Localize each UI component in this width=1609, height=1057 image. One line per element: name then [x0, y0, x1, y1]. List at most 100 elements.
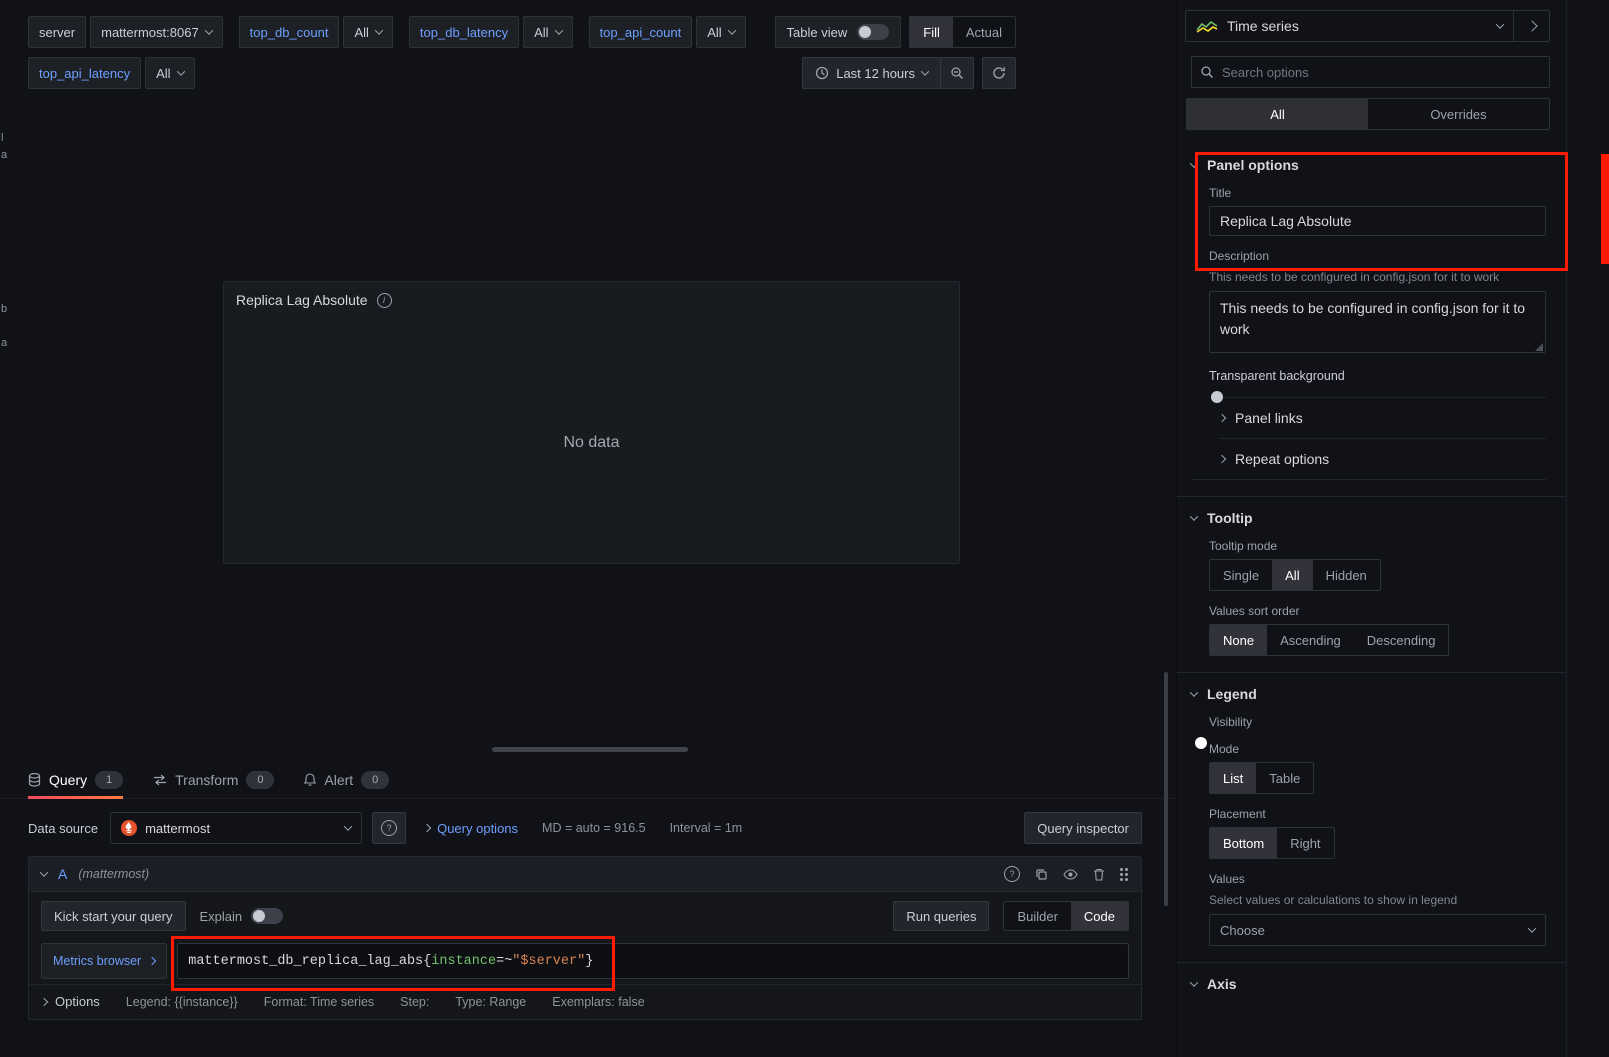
chevron-right-icon — [40, 997, 48, 1005]
fill-option[interactable]: Fill — [910, 17, 953, 47]
chevron-down-icon — [727, 26, 735, 34]
axis-heading[interactable]: Axis — [1191, 976, 1546, 992]
section-tooltip: Tooltip Tooltip mode Single All Hidden V… — [1177, 496, 1566, 672]
builder-option[interactable]: Builder — [1004, 902, 1070, 930]
legend-mode-table[interactable]: Table — [1256, 763, 1313, 793]
refresh-button[interactable] — [982, 57, 1016, 89]
visualization-select[interactable]: Time series — [1185, 10, 1514, 42]
chevron-down-icon[interactable] — [40, 868, 48, 876]
tooltip-mode-hidden[interactable]: Hidden — [1313, 560, 1380, 590]
chevron-down-icon — [1190, 689, 1198, 697]
sort-descending[interactable]: Descending — [1354, 625, 1449, 655]
panel-info-icon[interactable] — [377, 293, 392, 308]
tooltip-mode-field: Tooltip mode Single All Hidden — [1209, 539, 1546, 591]
panel-links-expander[interactable]: Panel links — [1219, 397, 1546, 438]
table-view-toggle[interactable] — [857, 24, 889, 40]
panel-preview: Replica Lag Absolute No data — [223, 281, 960, 564]
collapse-options-pane-button[interactable] — [1514, 10, 1550, 42]
placement-bottom[interactable]: Bottom — [1210, 828, 1277, 858]
delete-query-trash-icon[interactable] — [1093, 868, 1105, 881]
query-help-icon[interactable] — [1004, 866, 1020, 882]
no-data-message: No data — [563, 434, 619, 452]
legend-visibility-field: Visibility — [1209, 715, 1546, 729]
sidebar-inner: Time series All Overrides — [1177, 0, 1567, 1057]
zoom-out-time-button[interactable] — [940, 57, 974, 89]
variable-top-db-latency: top_db_latency All — [409, 16, 573, 48]
legend-summary: Legend: {{instance}} — [126, 995, 238, 1009]
time-range-picker[interactable]: Last 12 hours — [802, 57, 941, 89]
datasource-label: Data source — [28, 821, 98, 836]
toolbar-row-1: server mattermost:8067 top_db_count All … — [28, 16, 1016, 48]
panel-header[interactable]: Replica Lag Absolute — [224, 282, 959, 318]
variable-label-top-db-count[interactable]: top_db_count — [239, 16, 340, 48]
drag-query-grip-icon[interactable] — [1120, 868, 1123, 871]
datasource-row: Data source mattermost Query options MD … — [28, 812, 1142, 844]
main-scrollbar-thumb[interactable] — [1164, 672, 1168, 906]
legend-mode-group: List Table — [1209, 762, 1314, 794]
kick-start-query-button[interactable]: Kick start your query — [41, 901, 186, 931]
tab-query[interactable]: Query 1 — [28, 761, 123, 798]
variable-label-top-api-count[interactable]: top_api_count — [589, 16, 693, 48]
tab-alert-label: Alert — [324, 772, 353, 788]
datasource-picker[interactable]: mattermost — [110, 812, 362, 844]
search-options-input[interactable] — [1191, 56, 1550, 88]
options-search — [1191, 56, 1550, 88]
panel-title-input[interactable] — [1209, 206, 1546, 236]
query-inspector-button[interactable]: Query inspector — [1024, 812, 1142, 844]
variable-label-top-db-latency[interactable]: top_db_latency — [409, 16, 519, 48]
exemplars-summary: Exemplars: false — [552, 995, 644, 1009]
query-options-expander[interactable]: Query options — [424, 821, 518, 836]
pane-resize-handle[interactable] — [492, 747, 688, 752]
explain-toggle[interactable] — [251, 908, 283, 924]
tab-all[interactable]: All — [1187, 99, 1368, 129]
variable-value-top-api-count[interactable]: All — [696, 16, 745, 48]
tooltip-heading[interactable]: Tooltip — [1191, 510, 1546, 526]
duplicate-query-icon[interactable] — [1035, 868, 1048, 881]
legend-values-select[interactable]: Choose — [1209, 914, 1546, 946]
values-sort-order-label: Values sort order — [1209, 604, 1546, 618]
query-row-header[interactable]: A (mattermost) — [29, 857, 1141, 892]
chevron-right-icon — [423, 824, 431, 832]
legend-mode-list[interactable]: List — [1210, 763, 1256, 793]
variable-value-top-db-count[interactable]: All — [343, 16, 392, 48]
variable-value-top-api-latency[interactable]: All — [145, 57, 194, 89]
tooltip-mode-all[interactable]: All — [1272, 560, 1312, 590]
panel-options-heading-label: Panel options — [1207, 157, 1299, 173]
chevron-right-icon — [148, 957, 156, 965]
panel-description-textarea[interactable] — [1209, 291, 1546, 353]
legend-heading[interactable]: Legend — [1191, 686, 1546, 702]
sort-ascending[interactable]: Ascending — [1267, 625, 1354, 655]
actual-option[interactable]: Actual — [953, 17, 1015, 47]
variable-value-top-db-latency[interactable]: All — [523, 16, 572, 48]
repeat-options-expander[interactable]: Repeat options — [1219, 438, 1546, 479]
interval-summary: Interval = 1m — [670, 821, 743, 835]
chevron-down-icon — [176, 67, 184, 75]
panel-options-heading[interactable]: Panel options — [1191, 157, 1546, 173]
placement-right[interactable]: Right — [1277, 828, 1333, 858]
toggle-knob — [253, 910, 265, 922]
tab-alert[interactable]: Alert 0 — [304, 761, 389, 798]
datasource-help-button[interactable] — [372, 812, 406, 844]
options-expander[interactable]: Options — [41, 994, 100, 1009]
variable-label-server[interactable]: server — [28, 16, 86, 48]
variable-value-server[interactable]: mattermost:8067 — [90, 16, 223, 48]
tab-overrides[interactable]: Overrides — [1368, 99, 1549, 129]
editor-main-area: server mattermost:8067 top_db_count All … — [0, 0, 1176, 1057]
run-queries-button[interactable]: Run queries — [893, 901, 989, 931]
promql-expression-input[interactable]: mattermost_db_replica_lag_abs{instance=~… — [177, 943, 1129, 979]
variable-label-top-api-latency[interactable]: top_api_latency — [28, 57, 141, 89]
tab-transform[interactable]: Transform 0 — [153, 761, 274, 798]
builder-code-toggle-group: Builder Code — [1003, 901, 1129, 931]
chevron-down-icon — [375, 26, 383, 34]
transform-icon — [153, 774, 167, 786]
code-option[interactable]: Code — [1071, 902, 1128, 930]
tooltip-heading-label: Tooltip — [1207, 510, 1253, 526]
tab-transform-count-badge: 0 — [246, 771, 274, 789]
sort-none[interactable]: None — [1210, 625, 1267, 655]
hide-query-eye-icon[interactable] — [1063, 869, 1078, 880]
prometheus-icon — [121, 820, 137, 836]
metrics-browser-button[interactable]: Metrics browser — [41, 943, 167, 979]
search-icon — [1200, 65, 1214, 79]
tooltip-mode-single[interactable]: Single — [1210, 560, 1272, 590]
time-controls: Last 12 hours — [802, 57, 1016, 89]
